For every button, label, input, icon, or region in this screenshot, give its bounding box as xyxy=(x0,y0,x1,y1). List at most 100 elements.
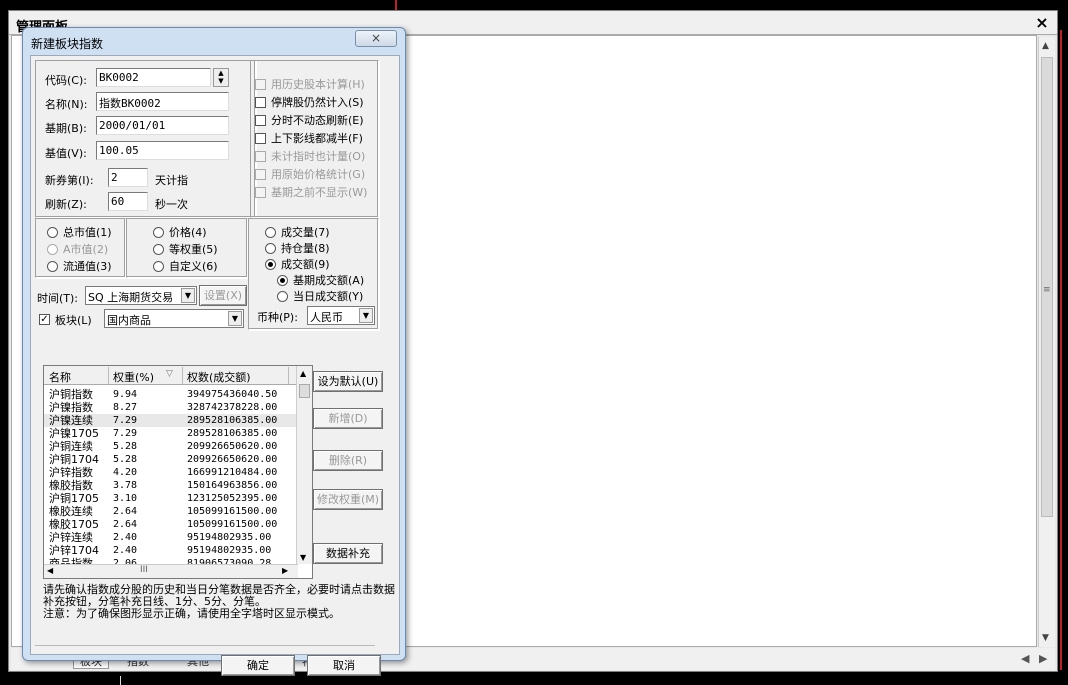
table-row[interactable]: 橡胶指数 3.78 150164963856.00 xyxy=(44,479,296,492)
set-button[interactable]: 设置(X) xyxy=(199,285,247,306)
scroll-down-icon[interactable]: ▼ xyxy=(1042,633,1049,643)
weight-radio[interactable] xyxy=(265,243,276,254)
weight-radio[interactable] xyxy=(47,227,58,238)
cell-name: 沪铜1705 xyxy=(49,492,99,505)
chart-line xyxy=(120,676,121,685)
new-block-index-dialog: 新建板块指数 × 代码(C): BK0002 ▲ ▼ 名称(N): 指数BK000… xyxy=(22,27,406,676)
chevron-down-icon[interactable]: ▼ xyxy=(359,308,373,323)
scroll-up-icon[interactable]: ▲ xyxy=(1042,41,1049,51)
table-row[interactable]: 沪铜指数 9.94 394975436040.50 xyxy=(44,388,296,401)
code-spinner[interactable]: ▲ ▼ xyxy=(213,68,229,87)
table-row[interactable]: 沪铜1704 5.28 209926650620.00 xyxy=(44,453,296,466)
weight-radio[interactable] xyxy=(47,244,58,255)
option-checkbox[interactable] xyxy=(255,97,266,108)
cell-weight: 2.64 xyxy=(113,519,138,530)
table-row[interactable]: 沪铜连续 5.28 209926650620.00 xyxy=(44,440,296,453)
scroll-grip-icon[interactable]: III xyxy=(140,565,148,575)
weight-radio[interactable] xyxy=(47,261,58,272)
cell-amount: 289528106385.00 xyxy=(187,415,278,426)
set-default-button[interactable]: 设为默认(U) xyxy=(313,371,383,392)
block-checkbox[interactable]: ✓ xyxy=(39,314,50,325)
option-checkbox[interactable] xyxy=(255,79,266,90)
list-vertical-scrollbar[interactable]: ▲ ▼ xyxy=(296,366,312,564)
weight-radio[interactable] xyxy=(153,244,164,255)
data-supplement-button[interactable]: 数据补充 xyxy=(313,543,383,564)
cancel-button[interactable]: 取消 xyxy=(307,655,381,676)
add-button[interactable]: 新增(D) xyxy=(313,408,383,429)
scroll-down-icon[interactable]: ▼ xyxy=(300,553,306,562)
outer-close-button[interactable]: × xyxy=(1033,14,1051,32)
table-row[interactable]: 橡胶1705 2.64 105099161500.00 xyxy=(44,518,296,531)
nav-right-icon[interactable]: ▶ xyxy=(1039,652,1047,665)
scroll-left-icon[interactable]: ◀ xyxy=(47,566,53,575)
table-row[interactable]: 沪镍1705 7.29 289528106385.00 xyxy=(44,427,296,440)
option-checkbox[interactable] xyxy=(255,187,266,198)
block-label: 板块(L) xyxy=(55,314,92,327)
modify-weight-button[interactable]: 修改权重(M) xyxy=(313,489,383,510)
cell-name: 沪铜连续 xyxy=(49,440,93,453)
cell-amount: 123125052395.00 xyxy=(187,493,278,504)
dialog-title: 新建板块指数 xyxy=(31,37,104,51)
base-date-field[interactable]: 2000/01/01 xyxy=(96,116,229,135)
cell-name: 沪铜1704 xyxy=(49,453,99,466)
weight-radio-label: 成交量(7) xyxy=(281,226,330,239)
option-checkbox[interactable] xyxy=(255,133,266,144)
code-field[interactable]: BK0002 xyxy=(96,68,211,87)
weight-radio-label: 自定义(6) xyxy=(169,260,218,273)
nav-left-icon[interactable]: ◀ xyxy=(1021,652,1029,665)
cell-name: 橡胶连续 xyxy=(49,505,93,518)
option-checkbox[interactable] xyxy=(255,169,266,180)
scroll-up-icon[interactable]: ▲ xyxy=(300,369,306,378)
scroll-thumb[interactable] xyxy=(299,384,310,398)
option-checkbox[interactable] xyxy=(255,151,266,162)
table-row[interactable]: 沪铜1705 3.10 123125052395.00 xyxy=(44,492,296,505)
cell-amount: 105099161500.00 xyxy=(187,519,278,530)
name-field[interactable]: 指数BK0002 xyxy=(96,92,229,111)
col-weight[interactable]: 权重(%) xyxy=(113,369,154,385)
chevron-down-icon[interactable]: ▼ xyxy=(228,311,242,326)
weight-radio[interactable] xyxy=(265,227,276,238)
option-checkbox[interactable] xyxy=(255,115,266,126)
weight-radio[interactable] xyxy=(277,291,288,302)
refresh-label: 刷新(Z): xyxy=(45,198,87,211)
option-label: 未计指时也计量(O) xyxy=(271,150,366,163)
table-row[interactable]: 沪锌1704 2.40 95194802935.00 xyxy=(44,544,296,557)
cell-weight: 3.10 xyxy=(113,493,138,504)
dialog-close-button[interactable]: × xyxy=(355,30,397,47)
weight-radio[interactable] xyxy=(277,275,288,286)
col-name[interactable]: 名称 xyxy=(49,369,71,385)
refresh-field[interactable]: 60 xyxy=(108,192,148,211)
weight-radio[interactable] xyxy=(265,259,276,270)
new-stock-field[interactable]: 2 xyxy=(108,168,148,187)
block-select[interactable]: 国内商品 ▼ xyxy=(104,309,244,328)
time-select-value: SQ 上海期货交易 xyxy=(88,291,174,304)
scroll-grip-icon: ≡ xyxy=(1043,285,1051,295)
list-header: 名称 权重(%) ▽ 权数(成交额) xyxy=(44,366,296,385)
list-horizontal-scrollbar[interactable]: ◀ III ▶ xyxy=(44,564,298,578)
table-row[interactable]: 沪锌指数 4.20 166991210484.00 xyxy=(44,466,296,479)
table-row[interactable]: 沪镍连续 7.29 289528106385.00 xyxy=(44,414,296,427)
instruction-note: 请先确认指数成分股的历史和当日分笔数据是否齐全，必要时请点击数据补充按钮，分笔补… xyxy=(43,584,399,620)
component-list[interactable]: 名称 权重(%) ▽ 权数(成交额) 沪铜指数 9.94 394975436040.… xyxy=(43,365,313,579)
delete-button[interactable]: 删除(R) xyxy=(313,450,383,471)
outer-vertical-scrollbar[interactable]: ▲ ≡ ▼ xyxy=(1038,37,1055,647)
currency-select-value: 人民币 xyxy=(310,311,343,324)
weight-radio-label: 流通值(3) xyxy=(63,260,112,273)
col-amount[interactable]: 权数(成交额) xyxy=(187,369,251,385)
time-select[interactable]: SQ 上海期货交易 ▼ xyxy=(85,286,197,305)
cell-amount: 105099161500.00 xyxy=(187,506,278,517)
weight-radio[interactable] xyxy=(153,227,164,238)
cell-amount: 150164963856.00 xyxy=(187,480,278,491)
ok-button[interactable]: 确定 xyxy=(221,655,295,676)
cell-weight: 5.28 xyxy=(113,441,138,452)
base-value-field[interactable]: 100.05 xyxy=(96,141,229,160)
weight-radio-label: 成交额(9) xyxy=(281,258,330,271)
table-row[interactable]: 沪锌连续 2.40 95194802935.00 xyxy=(44,531,296,544)
table-row[interactable]: 橡胶连续 2.64 105099161500.00 xyxy=(44,505,296,518)
currency-select[interactable]: 人民币 ▼ xyxy=(307,306,375,325)
weight-radio[interactable] xyxy=(153,261,164,272)
chevron-down-icon[interactable]: ▼ xyxy=(181,288,195,303)
table-row[interactable]: 沪镍指数 8.27 328742378228.00 xyxy=(44,401,296,414)
code-label: 代码(C): xyxy=(45,74,87,87)
scroll-right-icon[interactable]: ▶ xyxy=(282,566,288,575)
